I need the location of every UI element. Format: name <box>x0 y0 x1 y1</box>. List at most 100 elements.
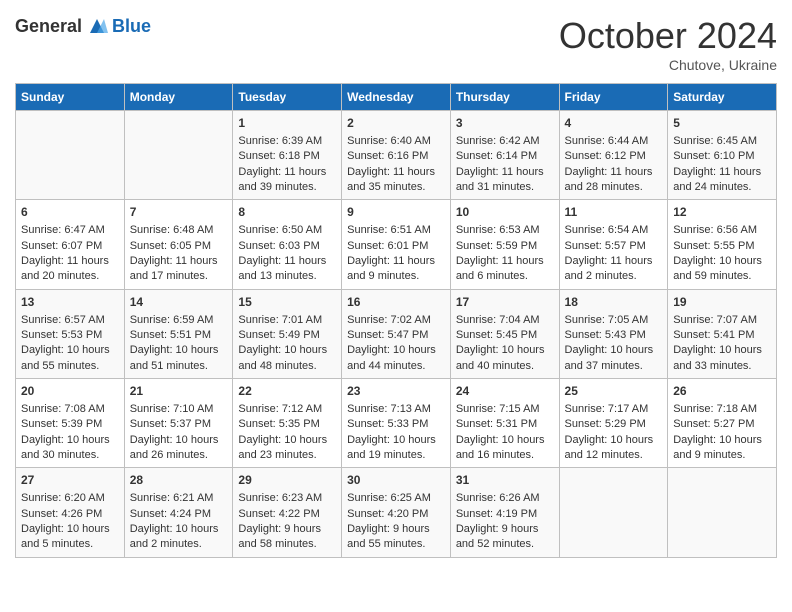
day-info: Sunset: 5:35 PM <box>238 417 336 432</box>
calendar-week-row: 6Sunrise: 6:47 AMSunset: 6:07 PMDaylight… <box>16 200 777 289</box>
day-info: Sunset: 6:05 PM <box>130 239 228 254</box>
calendar-cell <box>559 468 668 557</box>
day-number: 4 <box>565 115 663 132</box>
day-info: Sunset: 6:16 PM <box>347 149 445 164</box>
day-number: 15 <box>238 294 336 311</box>
day-info: Sunrise: 7:10 AM <box>130 402 228 417</box>
calendar-cell <box>124 111 233 200</box>
day-info: Daylight: 11 hours and 35 minutes. <box>347 165 445 196</box>
day-number: 23 <box>347 383 445 400</box>
day-info: Sunset: 5:43 PM <box>565 328 663 343</box>
day-number: 9 <box>347 204 445 221</box>
logo-general-text: General <box>15 16 82 37</box>
day-info: Sunset: 5:29 PM <box>565 417 663 432</box>
day-number: 29 <box>238 472 336 489</box>
day-info: Daylight: 11 hours and 2 minutes. <box>565 254 663 285</box>
day-info: Sunrise: 6:51 AM <box>347 223 445 238</box>
day-number: 27 <box>21 472 119 489</box>
calendar-week-row: 13 Sunrise: 6:57 AMSunset: 5:53 PM Dayligh… <box>16 289 777 378</box>
day-info: Sunrise: 6:44 AM <box>565 134 663 149</box>
day-info: Sunrise: 6:23 AM <box>238 491 336 506</box>
day-info: Daylight: 10 hours and 37 minutes. <box>565 343 663 374</box>
calendar-cell: 11Sunrise: 6:54 AMSunset: 5:57 PMDayligh… <box>559 200 668 289</box>
day-info: Sunrise: 6:21 AM <box>130 491 228 506</box>
calendar-cell: 14Sunrise: 6:59 AMSunset: 5:51 PMDayligh… <box>124 289 233 378</box>
day-info: Daylight: 11 hours and 6 minutes. <box>456 254 554 285</box>
calendar-cell: 16Sunrise: 7:02 AMSunset: 5:47 PMDayligh… <box>342 289 451 378</box>
day-info: Sunrise: 7:17 AM <box>565 402 663 417</box>
day-number: 5 <box>673 115 771 132</box>
day-info: Daylight: 10 hours and 51 minutes. <box>130 343 228 374</box>
calendar-cell: 26Sunrise: 7:18 AMSunset: 5:27 PMDayligh… <box>668 379 777 468</box>
day-info: Sunset: 4:24 PM <box>130 507 228 522</box>
day-number: 19 <box>673 294 771 311</box>
day-info: Daylight: 10 hours and 44 minutes. <box>347 343 445 374</box>
day-info: Sunset: 5:37 PM <box>130 417 228 432</box>
day-number: 30 <box>347 472 445 489</box>
day-info: Sunrise: 7:04 AM <box>456 313 554 328</box>
day-info: Sunset: 6:18 PM <box>238 149 336 164</box>
day-info: Daylight: 10 hours and 23 minutes. <box>238 433 336 464</box>
day-info: Sunset: 6:07 PM <box>21 239 119 254</box>
logo-blue-text: Blue <box>112 16 151 37</box>
day-info: Sunrise: 6:57 AM <box>21 313 119 328</box>
day-header-saturday: Saturday <box>668 84 777 111</box>
calendar-cell: 23Sunrise: 7:13 AMSunset: 5:33 PMDayligh… <box>342 379 451 468</box>
day-info: Sunset: 5:51 PM <box>130 328 228 343</box>
day-info: Sunset: 5:33 PM <box>347 417 445 432</box>
day-info: Daylight: 10 hours and 33 minutes. <box>673 343 771 374</box>
day-info: Daylight: 11 hours and 9 minutes. <box>347 254 445 285</box>
calendar-cell: 31Sunrise: 6:26 AMSunset: 4:19 PMDayligh… <box>450 468 559 557</box>
day-info: Daylight: 11 hours and 28 minutes. <box>565 165 663 196</box>
day-info: Sunrise: 7:18 AM <box>673 402 771 417</box>
day-info: Sunrise: 7:05 AM <box>565 313 663 328</box>
day-info: Daylight: 10 hours and 2 minutes. <box>130 522 228 553</box>
day-number: 1 <box>238 115 336 132</box>
calendar-cell: 12Sunrise: 6:56 AMSunset: 5:55 PMDayligh… <box>668 200 777 289</box>
day-info: Daylight: 9 hours and 52 minutes. <box>456 522 554 553</box>
day-info: Sunrise: 7:02 AM <box>347 313 445 328</box>
day-number: 24 <box>456 383 554 400</box>
day-info: Daylight: 11 hours and 17 minutes. <box>130 254 228 285</box>
day-info: Sunset: 5:53 PM <box>21 328 119 343</box>
day-info: Sunrise: 6:50 AM <box>238 223 336 238</box>
day-info: Sunrise: 6:48 AM <box>130 223 228 238</box>
day-header-sunday: Sunday <box>16 84 125 111</box>
day-info: Daylight: 10 hours and 40 minutes. <box>456 343 554 374</box>
day-info: Daylight: 10 hours and 30 minutes. <box>21 433 119 464</box>
day-number: 16 <box>347 294 445 311</box>
day-info: Sunset: 4:20 PM <box>347 507 445 522</box>
day-info: Sunset: 5:27 PM <box>673 417 771 432</box>
calendar-cell: 10Sunrise: 6:53 AMSunset: 5:59 PMDayligh… <box>450 200 559 289</box>
day-info: Daylight: 10 hours and 5 minutes. <box>21 522 119 553</box>
day-info: Daylight: 10 hours and 16 minutes. <box>456 433 554 464</box>
day-number: 3 <box>456 115 554 132</box>
day-number: 10 <box>456 204 554 221</box>
day-number: 13 <box>21 294 119 311</box>
day-info: Sunset: 5:41 PM <box>673 328 771 343</box>
calendar-cell: 6Sunrise: 6:47 AMSunset: 6:07 PMDaylight… <box>16 200 125 289</box>
day-info: Daylight: 11 hours and 24 minutes. <box>673 165 771 196</box>
day-number: 28 <box>130 472 228 489</box>
day-info: Daylight: 11 hours and 20 minutes. <box>21 254 119 285</box>
day-info: Sunrise: 7:15 AM <box>456 402 554 417</box>
day-info: Daylight: 11 hours and 31 minutes. <box>456 165 554 196</box>
day-info: Sunrise: 7:08 AM <box>21 402 119 417</box>
calendar-cell: 30Sunrise: 6:25 AMSunset: 4:20 PMDayligh… <box>342 468 451 557</box>
day-header-thursday: Thursday <box>450 84 559 111</box>
day-info: Sunrise: 6:47 AM <box>21 223 119 238</box>
day-info: Daylight: 9 hours and 55 minutes. <box>347 522 445 553</box>
calendar-header-row: SundayMondayTuesdayWednesdayThursdayFrid… <box>16 84 777 111</box>
location-subtitle: Chutove, Ukraine <box>559 57 777 73</box>
calendar-cell: 1Sunrise: 6:39 AMSunset: 6:18 PMDaylight… <box>233 111 342 200</box>
month-title: October 2024 <box>559 15 777 57</box>
day-info: Sunset: 4:19 PM <box>456 507 554 522</box>
calendar-cell: 9Sunrise: 6:51 AMSunset: 6:01 PMDaylight… <box>342 200 451 289</box>
calendar-cell: 25Sunrise: 7:17 AMSunset: 5:29 PMDayligh… <box>559 379 668 468</box>
calendar-cell: 28 Sunrise: 6:21 AMSunset: 4:24 PMDayligh… <box>124 468 233 557</box>
day-info: Sunrise: 6:54 AM <box>565 223 663 238</box>
day-info: Sunset: 6:12 PM <box>565 149 663 164</box>
day-info: Daylight: 11 hours and 13 minutes. <box>238 254 336 285</box>
calendar-week-row: 1Sunrise: 6:39 AMSunset: 6:18 PMDaylight… <box>16 111 777 200</box>
title-section: October 2024 Chutove, Ukraine <box>559 15 777 73</box>
